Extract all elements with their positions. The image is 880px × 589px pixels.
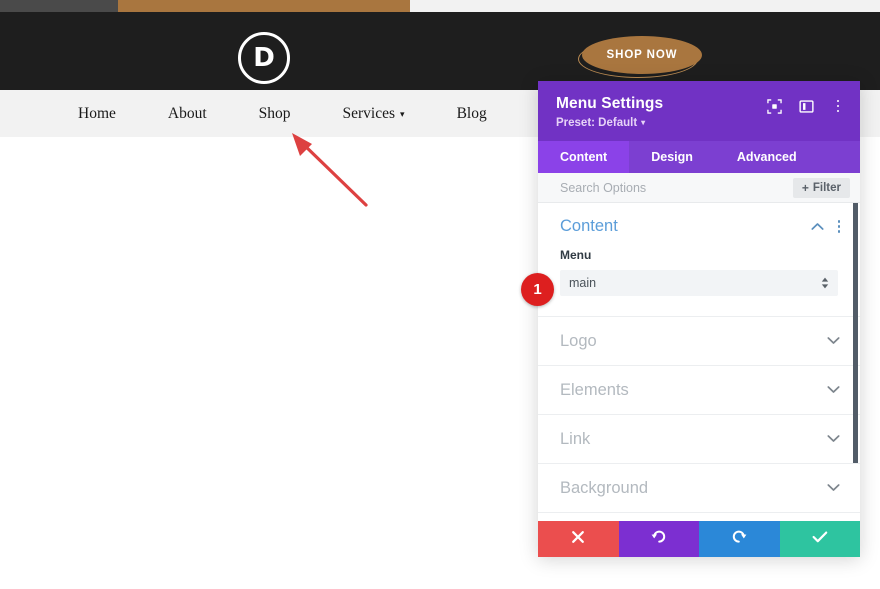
more-options-icon[interactable]	[838, 220, 841, 233]
section-link[interactable]: Link	[538, 415, 860, 464]
select-stepper-icon	[821, 277, 829, 289]
site-header-bar: D SHOP NOW	[0, 12, 880, 90]
nav-item-label: Blog	[457, 105, 487, 123]
section-title: Link	[560, 430, 590, 449]
chevron-down-icon	[827, 479, 840, 497]
cancel-button[interactable]	[538, 521, 619, 557]
panel-header: Menu Settings Preset: Default ▾	[538, 81, 860, 141]
panel-scroll-area: Content Menu m	[538, 203, 860, 521]
menu-select[interactable]: main	[560, 270, 838, 296]
section-background[interactable]: Background	[538, 464, 860, 513]
panel-footer-actions	[538, 521, 860, 557]
top-strip-tan-segment	[118, 0, 410, 12]
nav-item-about[interactable]: About	[142, 105, 233, 123]
nav-items-list: Home About Shop Services ▾ Blog Contact	[52, 105, 613, 123]
redo-button[interactable]	[699, 521, 780, 557]
section-title: Elements	[560, 381, 629, 400]
search-options-bar: Search Options + Filter	[538, 173, 860, 203]
top-color-strip	[0, 0, 880, 12]
screen-root: D SHOP NOW Home About Shop	[0, 0, 880, 589]
chevron-down-icon: ▾	[400, 110, 405, 119]
chevron-down-icon	[827, 430, 840, 448]
panel-tab-bar: Content Design Advanced	[538, 141, 860, 173]
nav-item-label: About	[168, 105, 207, 123]
chevron-up-icon[interactable]	[811, 218, 824, 236]
shop-button-fill: SHOP NOW	[582, 36, 702, 74]
nav-item-home[interactable]: Home	[52, 105, 142, 123]
menu-field-block: Menu main	[538, 244, 860, 317]
save-button[interactable]	[780, 521, 861, 557]
tab-content[interactable]: Content	[538, 141, 629, 173]
plus-icon: +	[802, 182, 809, 194]
divi-logo-icon: D	[238, 32, 290, 84]
site-logo[interactable]: D	[238, 32, 290, 84]
undo-icon	[651, 529, 667, 550]
panel-scrollbar-thumb[interactable]	[853, 203, 858, 463]
tab-design[interactable]: Design	[629, 141, 715, 173]
close-icon	[571, 530, 585, 549]
nav-item-label: Shop	[259, 105, 291, 123]
logo-letter: D	[253, 45, 275, 71]
undo-button[interactable]	[619, 521, 700, 557]
preset-label: Preset: Default	[556, 117, 637, 129]
chevron-down-icon: ▾	[641, 119, 645, 127]
filter-button[interactable]: + Filter	[793, 178, 850, 198]
top-strip-light-segment	[410, 0, 880, 12]
more-options-icon[interactable]	[830, 98, 846, 114]
redo-icon	[731, 529, 747, 550]
section-title: Logo	[560, 332, 597, 351]
menu-settings-panel: Menu Settings Preset: Default ▾	[538, 81, 860, 557]
nav-item-blog[interactable]: Blog	[431, 105, 513, 123]
chevron-down-icon	[827, 381, 840, 399]
tab-label: Content	[560, 150, 607, 164]
panel-header-icons	[766, 98, 846, 114]
search-input[interactable]: Search Options	[560, 181, 646, 195]
preset-selector[interactable]: Preset: Default ▾	[556, 117, 842, 129]
section-elements[interactable]: Elements	[538, 366, 860, 415]
panel-layout-icon[interactable]	[798, 98, 814, 114]
section-title: Content	[560, 217, 618, 236]
tab-advanced[interactable]: Advanced	[715, 141, 819, 173]
tab-label: Advanced	[737, 150, 797, 164]
menu-field-label: Menu	[560, 248, 838, 262]
nav-item-label: Services	[343, 105, 396, 123]
section-header-content[interactable]: Content	[538, 203, 860, 244]
menu-select-value: main	[569, 276, 596, 290]
chevron-down-icon	[827, 332, 840, 350]
nav-item-label: Home	[78, 105, 116, 123]
filter-label: Filter	[813, 182, 841, 194]
section-logo[interactable]: Logo	[538, 317, 860, 366]
more-options-dots	[837, 100, 840, 113]
step-badge-label: 1	[533, 281, 541, 298]
shop-button-label: SHOP NOW	[607, 49, 678, 61]
check-icon	[812, 530, 828, 549]
more-options-dots	[838, 220, 841, 233]
nav-item-shop[interactable]: Shop	[233, 105, 317, 123]
section-header-icons	[811, 218, 841, 236]
step-badge-1: 1	[521, 273, 554, 306]
nav-item-services[interactable]: Services ▾	[317, 105, 431, 123]
section-title: Background	[560, 479, 648, 498]
top-strip-dark-segment	[0, 0, 118, 12]
shop-now-button[interactable]: SHOP NOW	[578, 36, 702, 80]
tab-label: Design	[651, 150, 693, 164]
focus-target-icon[interactable]	[766, 98, 782, 114]
